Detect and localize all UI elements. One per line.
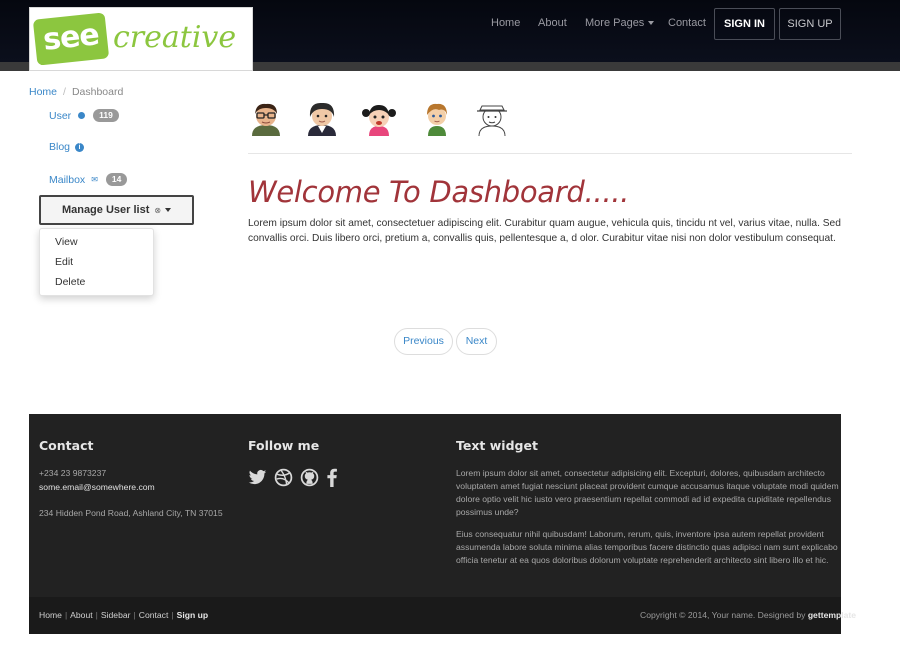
logo-see-block: see xyxy=(32,12,110,66)
avatar-divider xyxy=(248,153,852,154)
footer-links: Home | About | Sidebar | Contact | Sign up xyxy=(39,610,208,620)
footer-phone: +234 23 9873237 xyxy=(39,468,107,478)
link-separator: | xyxy=(95,610,98,620)
nav-home[interactable]: Home xyxy=(491,17,520,29)
footer-link-sidebar[interactable]: Sidebar xyxy=(101,610,131,620)
sidebar-item-user[interactable]: User 119 xyxy=(49,109,119,122)
widget-line: officia tenetur at ea quos doloribus dol… xyxy=(456,555,829,565)
footer-address: 234 Hidden Pond Road, Ashland City, TN 3… xyxy=(39,508,223,518)
page-title: Welcome To Dashboard..... xyxy=(248,175,630,209)
intro-paragraph: Lorem ipsum dolor sit amet, consectetuer… xyxy=(248,218,841,244)
nav-more-pages-label: More Pages xyxy=(585,17,645,29)
avatar-glasses[interactable] xyxy=(248,100,284,136)
settings-icon: ⊗ xyxy=(154,206,162,215)
widget-line: assumenda labore soluta minima alias tem… xyxy=(456,542,838,552)
sidebar-item-label: Blog xyxy=(49,141,71,153)
dropdown-item-view[interactable]: View xyxy=(55,236,78,248)
footer-contact-heading: Contact xyxy=(39,438,94,453)
sidebar-item-label: User xyxy=(49,109,72,122)
github-icon[interactable] xyxy=(300,468,319,487)
sidebar-item-label: Mailbox xyxy=(49,173,86,186)
twitter-icon[interactable] xyxy=(248,468,267,487)
manage-user-list-button[interactable]: Manage User list ⊗ xyxy=(39,195,194,225)
copyright-text: Copyright © 2014, Your name. Designed by… xyxy=(640,610,856,620)
next-button[interactable]: Next xyxy=(456,328,497,355)
status-dot-icon xyxy=(78,112,86,119)
avatar-man[interactable] xyxy=(304,100,340,136)
dropdown-item-edit[interactable]: Edit xyxy=(55,256,73,268)
nav-about[interactable]: About xyxy=(538,17,567,29)
link-separator: | xyxy=(171,610,174,620)
footer-link-about[interactable]: About xyxy=(70,610,92,620)
sidebar-item-mailbox[interactable]: Mailbox ✉ 14 xyxy=(49,173,128,186)
avatar-boy[interactable] xyxy=(419,100,455,136)
nav-more-pages[interactable]: More Pages xyxy=(585,17,655,29)
widget-line: Lorem ipsum dolor sit amet, consectetur … xyxy=(456,468,825,478)
footer: Contact +234 23 9873237 some.email@somew… xyxy=(29,414,841,597)
widget-line: Eius consequatur nihil quibusdam! Laboru… xyxy=(456,529,824,539)
widget-line: dolore optio velit hic iusto vero praese… xyxy=(456,494,831,504)
previous-button[interactable]: Previous xyxy=(394,328,453,355)
mail-count-badge: 14 xyxy=(105,173,128,186)
footer-link-contact[interactable]: Contact xyxy=(139,610,169,620)
brand-logo[interactable]: see creative xyxy=(29,7,253,71)
nav-contact[interactable]: Contact xyxy=(668,17,706,29)
caret-down-icon xyxy=(648,21,655,26)
facebook-icon[interactable] xyxy=(326,468,338,487)
dribbble-icon[interactable] xyxy=(274,468,293,487)
mail-icon: ✉ xyxy=(91,175,98,184)
sidebar-item-blog[interactable]: Blog i xyxy=(49,141,85,153)
user-count-badge: 119 xyxy=(93,109,119,122)
caret-down-icon xyxy=(165,208,172,213)
manage-user-list-label: Manage User list xyxy=(61,204,150,216)
footer-widget-heading: Text widget xyxy=(456,438,538,453)
breadcrumb-home[interactable]: Home xyxy=(29,86,57,98)
breadcrumb-current: Dashboard xyxy=(71,86,124,98)
footer-follow-heading: Follow me xyxy=(248,438,320,453)
widget-line: possimus unde? xyxy=(456,507,519,517)
link-separator: | xyxy=(64,610,68,620)
logo-creative-text: creative xyxy=(113,20,237,55)
footer-email-link[interactable]: some.email@somewhere.com xyxy=(39,481,155,494)
sign-in-button[interactable]: SIGN IN xyxy=(714,8,775,40)
copyright-prefix: Copyright © 2014, Your name. Designed by xyxy=(640,610,808,620)
widget-line: voluptatem amet fugiat nesciunt placeat … xyxy=(456,481,839,491)
footer-widget-paragraph-2: Eius consequatur nihil quibusdam! Laboru… xyxy=(456,528,841,567)
breadcrumb-separator: / xyxy=(63,86,66,98)
social-icons xyxy=(248,468,338,487)
designer-link[interactable]: gettemplate xyxy=(808,610,856,620)
footer-link-sign-up[interactable]: Sign up xyxy=(177,610,209,620)
avatar-girl[interactable] xyxy=(361,100,397,136)
dropdown-item-delete[interactable]: Delete xyxy=(55,276,85,288)
footer-link-home[interactable]: Home xyxy=(39,610,62,620)
avatar-sketch[interactable] xyxy=(474,100,510,136)
footer-bottom-bar: Home | About | Sidebar | Contact | Sign up Copyr… xyxy=(29,597,856,634)
breadcrumb: Home / Dashboard xyxy=(29,86,123,98)
link-separator: | xyxy=(133,610,136,620)
user-list-dropdown-menu: View Edit Delete xyxy=(39,228,154,296)
info-icon: i xyxy=(75,142,85,152)
footer-widget-paragraph-1: Lorem ipsum dolor sit amet, consectetur … xyxy=(456,467,841,519)
sign-up-button[interactable]: SIGN UP xyxy=(779,8,841,40)
